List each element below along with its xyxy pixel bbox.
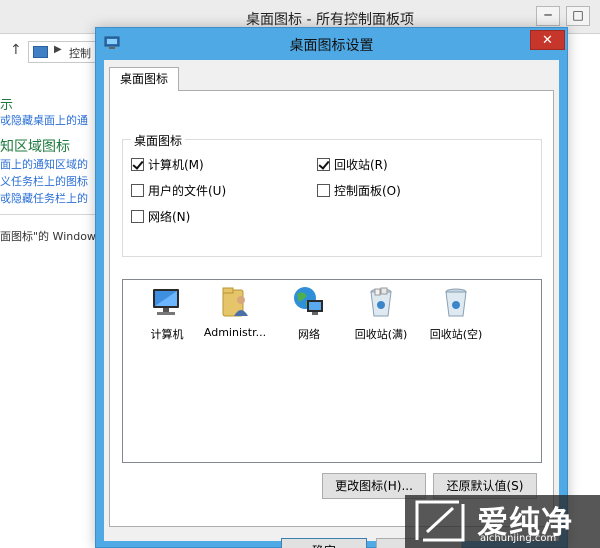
checkbox-computer[interactable]: 计算机(M) [131,156,204,172]
link-hide-taskbar-icons[interactable]: 戓隐藏任务栏上的 [0,190,95,206]
maximize-button[interactable]: □ [566,6,590,26]
icon-item-recycle-bin-empty[interactable]: 回收站(空) [420,284,492,342]
breadcrumb[interactable]: 控制 [69,45,91,61]
icon-item-computer[interactable]: 计算机 [131,284,203,342]
icon-label: 计算机 [150,328,184,341]
close-button[interactable]: ✕ [530,30,565,50]
checkbox-box[interactable] [317,157,330,171]
ok-button[interactable]: 确定 [281,538,367,548]
desktop-icons-group: 桌面图标 计算机(M) 用户的文件(U) 网络(N) 回收站(R) 控制面板(O… [122,132,542,257]
checkbox-box[interactable] [131,157,144,171]
watermark-url: aichunjing.com [480,533,557,544]
checkbox-box[interactable] [131,209,144,223]
minimize-button[interactable]: ─ [536,6,560,26]
up-arrow-icon[interactable]: ↑ [10,42,22,58]
divider [0,214,95,215]
breadcrumb-arrow-icon[interactable]: ▶ [54,44,62,55]
network-icon [294,287,323,315]
link-notification-area[interactable]: 面上的通知区域的 [0,156,95,172]
checkbox-label: 网络(N) [148,209,191,224]
recycle-bin-full-icon [370,287,392,317]
checkbox-control-panel[interactable]: 控制面板(O) [317,182,401,198]
control-panel-icon [33,46,48,58]
icon-label: 网络 [298,328,320,341]
checkbox-label: 用户的文件(U) [148,183,227,198]
watermark: 爱纯净 aichunjing.com [405,495,600,548]
icon-label: 回收站(满) [354,328,408,341]
checkbox-label: 计算机(M) [148,157,204,172]
icon-list[interactable]: 计算机 Administr... 网络 回收站(满) 回收站(空) [122,279,542,463]
desktop-icon-settings-dialog: 桌面图标设置 ✕ 桌面图标 桌面图标 计算机(M) 用户的文件(U) 网络(N) [95,27,568,548]
info-note: 面图标"的 Windows [0,230,95,243]
link-customize-taskbar-icons[interactable]: 义任务栏上的图标 [0,173,95,189]
checkbox-network[interactable]: 网络(N) [131,208,190,224]
icon-label: Administr... [203,326,267,339]
icon-label: 回收站(空) [429,328,483,341]
icon-item-network[interactable]: 网络 [273,284,345,342]
icon-item-administrator[interactable]: Administr... [199,284,271,339]
dialog-title: 桌面图标设置 [289,38,374,54]
group-title: 桌面图标 [131,132,186,149]
checkbox-label: 控制面板(O) [334,183,401,198]
window-right-edge [565,34,600,548]
computer-icon [153,289,179,315]
user-folder-icon [222,287,248,317]
section-heading-desktop: 示 [0,98,14,113]
tab-page: 桌面图标 计算机(M) 用户的文件(U) 网络(N) 回收站(R) 控制面板(O… [109,90,554,527]
checkbox-recycle-bin[interactable]: 回收站(R) [317,156,388,172]
checkbox-user-files[interactable]: 用户的文件(U) [131,182,226,198]
dialog-body: 桌面图标 桌面图标 计算机(M) 用户的文件(U) 网络(N) 回收站(R) 控… [104,60,559,548]
link-show-hide-desktop-icons[interactable]: 戓隐藏桌面上的通 [0,112,95,128]
section-heading-notification-area: 知区域图标 [0,139,70,155]
icon-item-recycle-bin-full[interactable]: 回收站(满) [345,284,417,342]
checkbox-box[interactable] [317,183,330,197]
checkbox-box[interactable] [131,183,144,197]
watermark-logo-icon [415,500,465,542]
recycle-bin-empty-icon [445,288,467,317]
checkbox-label: 回收站(R) [334,157,388,172]
control-panel-title: 桌面图标 - 所有控制面板项 [246,12,414,28]
tab-desktop-icons[interactable]: 桌面图标 [109,67,179,91]
